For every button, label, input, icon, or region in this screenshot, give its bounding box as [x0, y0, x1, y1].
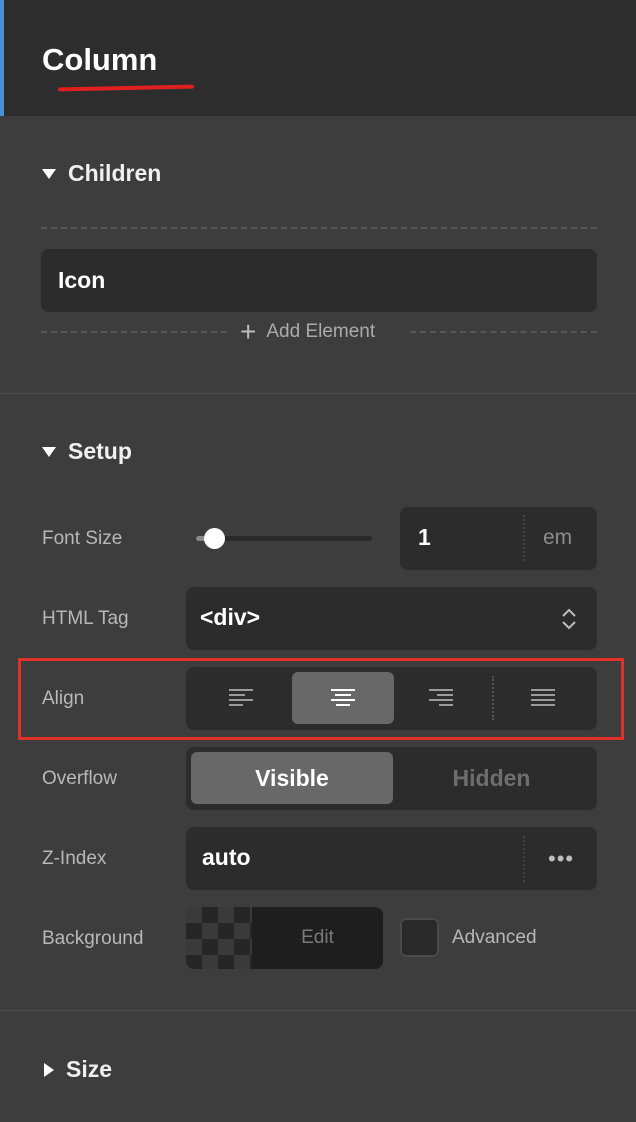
background-label: Background — [42, 928, 144, 949]
background-swatch[interactable] — [186, 907, 252, 969]
font-size-value: 1 — [418, 524, 431, 550]
dropzone-dashed-line-left — [41, 331, 227, 333]
more-dots-icon[interactable]: ••• — [548, 846, 574, 872]
size-section-label: Size — [66, 1056, 113, 1082]
size-section-toggle[interactable]: Size — [42, 1056, 112, 1083]
panel-header: Column — [0, 0, 636, 116]
add-element-label: Add Element — [266, 321, 376, 342]
font-size-slider-thumb[interactable] — [203, 528, 225, 549]
setup-section-toggle[interactable]: Setup — [42, 438, 132, 465]
annotation-highlight-box — [18, 658, 624, 740]
z-index-label: Z-Index — [42, 848, 107, 869]
setup-section-label: Setup — [68, 438, 132, 464]
html-tag-value: <div> — [200, 604, 261, 630]
children-section-label: Children — [68, 160, 162, 186]
section-divider — [0, 393, 636, 394]
caret-down-icon — [42, 446, 56, 457]
font-size-label: Font Size — [42, 528, 123, 549]
panel-title: Column — [42, 42, 158, 77]
caret-right-icon — [44, 1062, 54, 1077]
column-properties-panel: Column Children Icon + Add Element Setup… — [0, 0, 636, 1122]
annotation-underline — [57, 84, 195, 92]
chevron-updown-icon — [562, 608, 576, 630]
font-size-separator — [523, 515, 525, 561]
font-size-unit[interactable]: em — [543, 526, 572, 550]
advanced-checkbox[interactable] — [400, 918, 439, 957]
background-edit-button[interactable]: Edit — [252, 907, 383, 969]
children-section-toggle[interactable]: Children — [42, 160, 161, 187]
dropzone-dashed-line — [41, 227, 597, 229]
selection-accent-bar — [0, 0, 4, 116]
dropzone-dashed-line-right — [410, 331, 597, 333]
html-tag-label: HTML Tag — [42, 608, 129, 629]
overflow-hidden-button[interactable]: Hidden — [393, 752, 590, 804]
background-edit-label: Edit — [301, 927, 334, 948]
section-divider — [0, 1010, 636, 1011]
z-index-value: auto — [202, 844, 251, 870]
advanced-label[interactable]: Advanced — [452, 927, 537, 949]
add-element-button[interactable]: + Add Element — [240, 318, 375, 346]
overflow-label: Overflow — [42, 768, 117, 789]
z-index-separator — [523, 836, 525, 882]
child-element-item[interactable]: Icon — [41, 249, 597, 312]
plus-icon: + — [240, 316, 257, 347]
child-element-label: Icon — [58, 267, 106, 293]
overflow-visible-button[interactable]: Visible — [191, 752, 393, 804]
caret-down-icon — [42, 168, 56, 179]
